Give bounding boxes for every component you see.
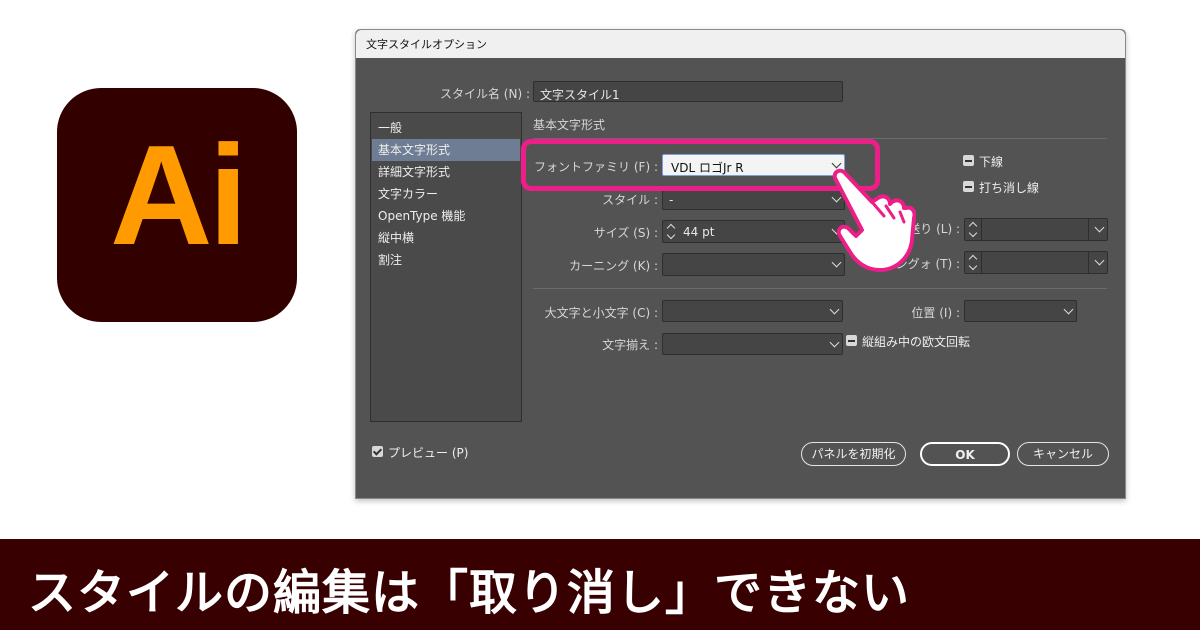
- sidebar-item-tate-chu-yoko[interactable]: 縦中横: [372, 227, 520, 249]
- sidebar-item-basic-character-formats[interactable]: 基本文字形式: [372, 139, 520, 161]
- sidebar-item-advanced-character-formats[interactable]: 詳細文字形式: [372, 161, 520, 183]
- kerning-select[interactable]: [662, 253, 845, 276]
- middle-divider: [533, 288, 1107, 289]
- illustrator-logo: Ai: [57, 88, 297, 322]
- strikethrough-label: 打ち消し線: [979, 181, 1040, 195]
- font-style-select[interactable]: -: [662, 188, 845, 210]
- logo-text: Ai: [110, 116, 248, 275]
- alignment-label: 文字揃え :: [602, 338, 658, 352]
- case-label: 大文字と小文字 (C) :: [544, 306, 658, 320]
- font-style-value: -: [669, 193, 674, 207]
- case-select[interactable]: [662, 300, 843, 322]
- size-input[interactable]: 44 pt: [662, 220, 845, 243]
- sidebar-item-opentype-features[interactable]: OpenType 機能: [372, 205, 520, 227]
- sidebar-item-general[interactable]: 一般: [372, 117, 520, 139]
- ok-button[interactable]: OK: [920, 442, 1010, 466]
- dialog-title: 文字スタイルオプション: [366, 38, 487, 51]
- underline-checkbox[interactable]: [963, 155, 974, 166]
- pointing-hand-icon: [832, 168, 916, 272]
- rotate-roman-checkbox[interactable]: [846, 335, 857, 346]
- alignment-select[interactable]: [662, 333, 843, 355]
- sidebar-item-warichu[interactable]: 割注: [372, 249, 520, 271]
- leading-input[interactable]: [964, 218, 1108, 241]
- chevron-down-icon: [829, 304, 840, 315]
- sidebar-item-character-color[interactable]: 文字カラー: [372, 183, 520, 205]
- strikethrough-checkbox[interactable]: [963, 181, 974, 192]
- tracking-input[interactable]: [964, 251, 1108, 274]
- chevron-down-icon: [829, 337, 840, 348]
- cancel-button[interactable]: キャンセル: [1017, 442, 1109, 466]
- chevron-down-icon: [1094, 255, 1105, 266]
- category-list: 一般 基本文字形式 詳細文字形式 文字カラー OpenType 機能 縦中横 割…: [370, 112, 522, 422]
- chevron-down-icon: [1094, 222, 1105, 233]
- style-name-label: スタイル名 (N) :: [439, 87, 530, 101]
- banner-caption: スタイルの編集は「取り消し」できない: [28, 565, 911, 621]
- section-title: 基本文字形式: [533, 118, 606, 132]
- position-select[interactable]: [964, 300, 1077, 322]
- preview-checkbox[interactable]: [372, 446, 383, 457]
- style-name-value: 文字スタイル1: [540, 88, 620, 102]
- position-label: 位置 (I) :: [911, 306, 960, 320]
- style-name-input[interactable]: 文字スタイル1: [533, 81, 843, 102]
- character-style-options-dialog: 文字スタイルオプション スタイル名 (N) : 文字スタイル1 一般 基本文字形…: [355, 29, 1126, 499]
- reset-panel-button[interactable]: パネルを初期化: [801, 442, 906, 466]
- stepper-arrows-icon[interactable]: [968, 220, 978, 240]
- size-value: 44 pt: [683, 225, 715, 239]
- size-label: サイズ (S) :: [593, 226, 658, 240]
- underline-label: 下線: [979, 155, 1004, 169]
- kerning-label: カーニング (K) :: [569, 259, 658, 273]
- dialog-titlebar[interactable]: 文字スタイルオプション: [356, 30, 1125, 58]
- preview-label: プレビュー (P): [388, 446, 469, 460]
- stepper-arrows-icon[interactable]: [968, 253, 978, 273]
- stepper-arrows-icon[interactable]: [666, 222, 676, 242]
- font-style-label: スタイル :: [602, 193, 658, 207]
- chevron-down-icon: [1063, 304, 1074, 315]
- rotate-roman-label: 縦組み中の欧文回転: [862, 335, 971, 349]
- caption-banner: スタイルの編集は「取り消し」できない: [0, 539, 1200, 630]
